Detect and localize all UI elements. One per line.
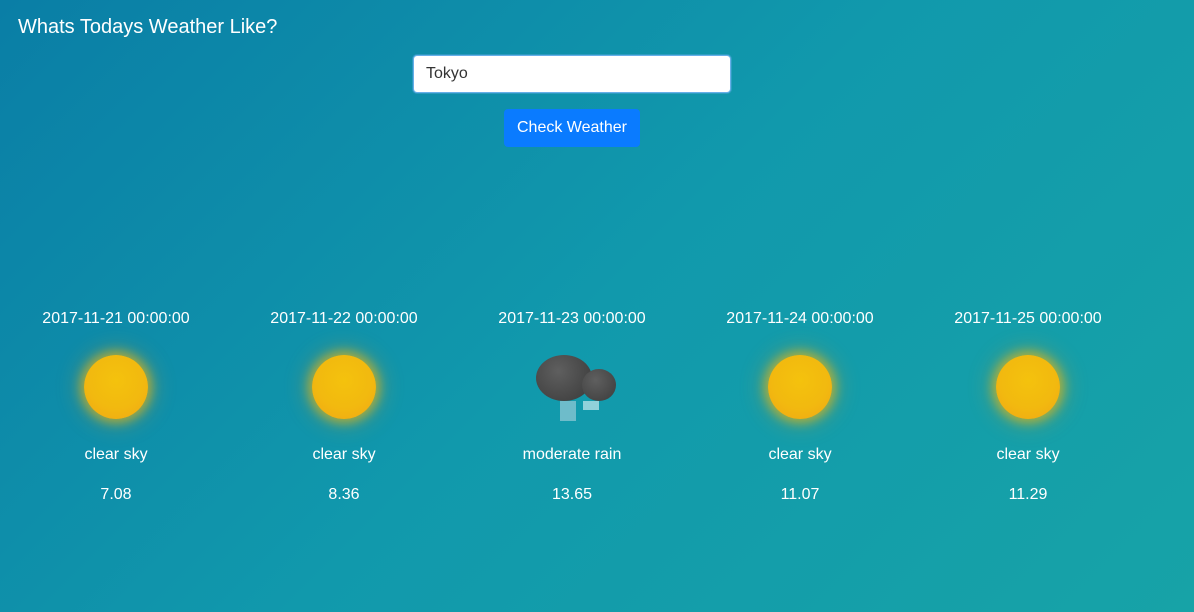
forecast-list: 2017-11-21 00:00:00 clear sky 7.08 2017-… bbox=[2, 309, 1142, 509]
forecast-description: moderate rain bbox=[522, 446, 622, 463]
city-search-input[interactable] bbox=[413, 55, 731, 93]
forecast-date: 2017-11-23 00:00:00 bbox=[498, 310, 646, 327]
forecast-description: clear sky bbox=[312, 446, 376, 463]
sun-icon bbox=[988, 347, 1068, 427]
forecast-day: 2017-11-21 00:00:00 clear sky 7.08 bbox=[2, 309, 230, 509]
forecast-temperature: 11.29 bbox=[1008, 486, 1048, 503]
forecast-description: clear sky bbox=[84, 446, 148, 463]
forecast-temperature: 7.08 bbox=[100, 486, 132, 503]
page-title: Whats Todays Weather Like? bbox=[18, 16, 278, 38]
forecast-description: clear sky bbox=[996, 446, 1060, 463]
forecast-date: 2017-11-24 00:00:00 bbox=[726, 310, 874, 327]
forecast-temperature: 13.65 bbox=[551, 486, 593, 503]
sun-icon bbox=[760, 347, 840, 427]
forecast-day: 2017-11-22 00:00:00 clear sky 8.36 bbox=[230, 309, 458, 509]
forecast-date: 2017-11-25 00:00:00 bbox=[954, 310, 1102, 327]
forecast-description: clear sky bbox=[768, 446, 832, 463]
forecast-date: 2017-11-21 00:00:00 bbox=[42, 310, 190, 327]
sun-icon bbox=[76, 347, 156, 427]
forecast-day: 2017-11-24 00:00:00 clear sky 11.07 bbox=[686, 309, 914, 509]
rain-cloud-icon bbox=[532, 347, 616, 427]
check-weather-button[interactable]: Check Weather bbox=[504, 109, 640, 147]
forecast-day: 2017-11-25 00:00:00 clear sky 11.29 bbox=[914, 309, 1142, 509]
forecast-temperature: 8.36 bbox=[328, 486, 360, 503]
sun-icon bbox=[304, 347, 384, 427]
forecast-date: 2017-11-22 00:00:00 bbox=[270, 310, 418, 327]
forecast-temperature: 11.07 bbox=[780, 486, 820, 503]
forecast-day: 2017-11-23 00:00:00 moderate rain 13.65 bbox=[458, 309, 686, 509]
